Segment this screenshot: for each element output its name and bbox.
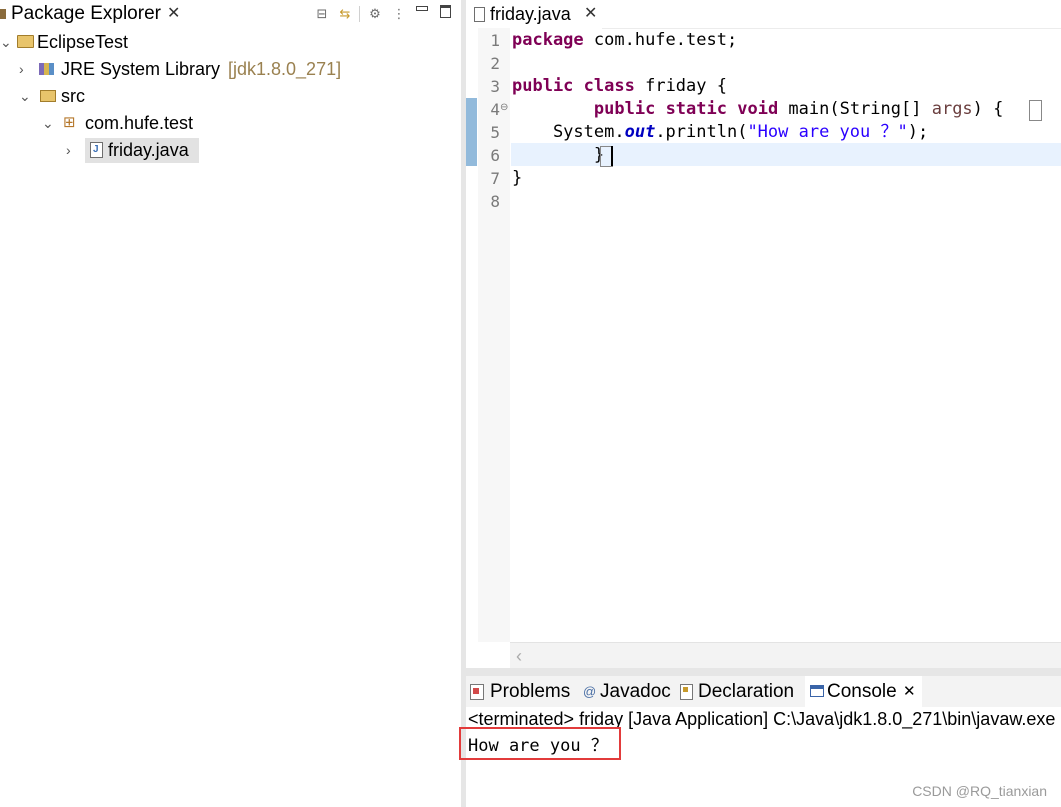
line-number: 4 <box>490 100 500 119</box>
tree-item-project[interactable]: ⌄ EclipseTest <box>0 29 300 55</box>
package-label: com.hufe.test <box>85 113 194 133</box>
src-label: src <box>61 86 85 106</box>
code-line-6[interactable]: } <box>512 144 604 167</box>
toolbar-separator <box>359 6 360 22</box>
package-explorer-tab-icon <box>0 9 6 19</box>
problems-icon-mark <box>473 688 479 694</box>
text-cursor <box>611 146 613 166</box>
jre-version: [jdk1.8.0_271] <box>228 59 342 79</box>
tab-label: Problems <box>490 681 571 702</box>
explorer-tab-bar: Package Explorer ✕ ⊟ ⇆ ⚙ ⋮ <box>0 0 461 28</box>
tab-javadoc[interactable]: @ Javadoc <box>578 676 676 707</box>
code-text: ); <box>907 122 929 142</box>
keyword: public <box>512 76 574 96</box>
change-marker <box>466 98 477 166</box>
code-text: ) { <box>972 99 1004 119</box>
editor-tab-friday-java[interactable]: friday.java ✕ <box>466 0 602 30</box>
keyword: class <box>583 76 635 96</box>
tab-console[interactable]: Console ✕ <box>805 676 922 707</box>
tab-label: Declaration <box>698 681 795 702</box>
editor-tab-label: friday.java <box>490 4 571 24</box>
project-label: EclipseTest <box>37 32 129 52</box>
line-number: 3 <box>490 77 500 96</box>
code-text: .println( <box>655 122 748 142</box>
matching-bracket-box <box>1029 100 1042 121</box>
source-folder-icon <box>40 90 56 102</box>
console-icon-bar <box>811 686 823 689</box>
keyword: public <box>593 99 656 119</box>
line-number: 7 <box>490 169 500 188</box>
line-number: 2 <box>490 54 500 73</box>
package-explorer-view: Package Explorer ✕ ⊟ ⇆ ⚙ ⋮ ⌄ EclipseTest… <box>0 0 461 807</box>
tree-item-package[interactable]: ⌄ ⊞ com.hufe.test <box>0 110 300 136</box>
file-label: friday.java <box>108 140 189 160</box>
tab-label: Console <box>827 681 897 702</box>
filter-icon[interactable]: ⚙ <box>367 0 383 28</box>
package-explorer-tab[interactable]: Package Explorer <box>11 0 161 28</box>
package-icon: ⊞ <box>63 114 76 131</box>
code-text: } <box>512 145 605 165</box>
code-text: friday { <box>634 76 727 96</box>
chevron-down-icon[interactable]: ⌄ <box>19 83 31 109</box>
code-line-5[interactable]: System.out.println("How are you ？"); <box>512 121 928 144</box>
tab-label: Javadoc <box>600 681 671 702</box>
watermark: CSDN @RQ_tianxian <box>912 783 1047 799</box>
link-with-editor-icon[interactable]: ⇆ <box>336 0 354 28</box>
keyword: package <box>512 30 584 50</box>
chevron-right-icon[interactable]: › <box>19 56 24 82</box>
library-icon <box>39 63 54 75</box>
horizontal-scrollbar[interactable]: ‹ <box>510 642 1061 669</box>
java-file-icon <box>474 7 485 22</box>
tree-item-jre-library[interactable]: › JRE System Library [jdk1.8.0_271] <box>0 56 400 82</box>
project-folder-icon <box>17 35 34 48</box>
declaration-icon-mark <box>683 687 688 692</box>
close-icon[interactable]: ✕ <box>167 0 180 28</box>
keyword: void <box>737 99 779 119</box>
string-literal: "How are you ？" <box>747 122 908 142</box>
tree-item-src[interactable]: ⌄ src <box>0 83 300 109</box>
code-line-7[interactable]: } <box>512 167 522 190</box>
code-text: com.hufe.test; <box>583 30 738 50</box>
tab-problems[interactable]: Problems <box>466 676 576 707</box>
chevron-down-icon[interactable]: ⌄ <box>0 29 12 55</box>
code-line-3[interactable]: public class friday { <box>512 75 727 98</box>
fold-collapse-icon[interactable]: ⊖ <box>500 102 508 113</box>
close-icon[interactable]: ✕ <box>584 0 597 28</box>
scroll-left-icon[interactable]: ‹ <box>516 643 522 669</box>
tab-declaration[interactable]: Declaration <box>676 676 804 707</box>
line-number: 1 <box>490 31 500 50</box>
minimize-icon[interactable] <box>416 6 428 11</box>
java-file-icon-glyph: J <box>93 144 99 155</box>
close-icon[interactable]: ✕ <box>903 676 916 707</box>
code-line-1[interactable]: package com.hufe.test; <box>512 29 737 52</box>
line-number: 8 <box>490 192 500 211</box>
chevron-right-icon[interactable]: › <box>66 137 71 163</box>
code-text: System. <box>512 122 625 142</box>
jre-label: JRE System Library <box>61 59 221 79</box>
at-icon: @ <box>583 684 597 699</box>
chevron-down-icon[interactable]: ⌄ <box>42 110 54 136</box>
line-number: 5 <box>490 123 500 142</box>
code-line-4[interactable]: public static void main(String[] args) { <box>512 98 1004 121</box>
collapse-all-icon[interactable]: ⊟ <box>314 0 330 28</box>
maximize-icon[interactable] <box>440 5 451 18</box>
sash[interactable] <box>466 668 1061 676</box>
output-highlight-box <box>459 727 621 760</box>
keyword: static <box>665 99 727 119</box>
view-menu-icon[interactable]: ⋮ <box>392 0 406 28</box>
tree-item-file[interactable]: › J friday.java <box>0 137 300 163</box>
code-text: } <box>512 168 523 188</box>
line-number: 6 <box>490 146 500 165</box>
static-field: out <box>624 122 656 142</box>
parameter-name: args <box>931 99 973 119</box>
code-text: main(String[] <box>778 99 932 119</box>
